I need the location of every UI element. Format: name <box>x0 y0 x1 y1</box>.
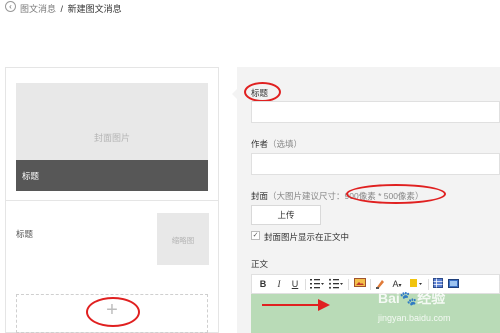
author-input[interactable] <box>251 153 500 175</box>
breadcrumb-current: 新建图文消息 <box>67 4 122 14</box>
breadcrumb-separator: / <box>60 4 64 14</box>
cover-title-bar <box>16 160 208 191</box>
bold-button[interactable]: B <box>258 278 268 291</box>
toolbar-separator <box>370 279 371 290</box>
paw-icon: 🐾 <box>399 290 418 306</box>
annotation-circle-size <box>346 184 446 204</box>
unordered-list-icon[interactable] <box>328 278 344 291</box>
toolbar-separator <box>305 279 306 290</box>
show-cover-checkbox[interactable]: ✓ <box>251 231 260 240</box>
annotation-arrow-icon <box>262 299 330 311</box>
underline-button[interactable]: U <box>290 278 300 291</box>
ordered-list-icon[interactable] <box>309 278 325 291</box>
image-icon[interactable] <box>353 278 366 291</box>
baidu-jingyan-watermark: Bai🐾经验 jingyan.baidu.com <box>378 290 451 323</box>
body-label: 正文 <box>251 259 269 269</box>
upload-button[interactable]: 上传 <box>251 205 321 225</box>
editor-toolbar: B I U A▾ <box>251 274 500 294</box>
toolbar-separator <box>348 279 349 290</box>
author-hint: （选填） <box>268 139 303 149</box>
cover-title-text: 标题 <box>22 171 40 181</box>
breadcrumb: 图文消息 / 新建图文消息 <box>20 2 122 15</box>
thumbnail-label: 缩略图 <box>171 236 195 245</box>
title-input[interactable] <box>251 101 500 123</box>
show-cover-label: 封面图片显示在正文中 <box>264 232 350 242</box>
breadcrumb-link-articles[interactable]: 图文消息 <box>20 4 56 14</box>
panel-pointer <box>232 88 238 100</box>
back-icon[interactable]: ‹ <box>5 1 16 12</box>
sub-article-title[interactable]: 标题 <box>16 228 33 240</box>
annotation-circle-add <box>86 297 140 327</box>
preview-divider <box>5 200 219 201</box>
cover-image-label: 封面图片 <box>93 133 130 143</box>
italic-button[interactable]: I <box>274 278 284 291</box>
annotation-circle-title <box>244 82 281 102</box>
author-label: 作者（选填） <box>251 139 303 149</box>
